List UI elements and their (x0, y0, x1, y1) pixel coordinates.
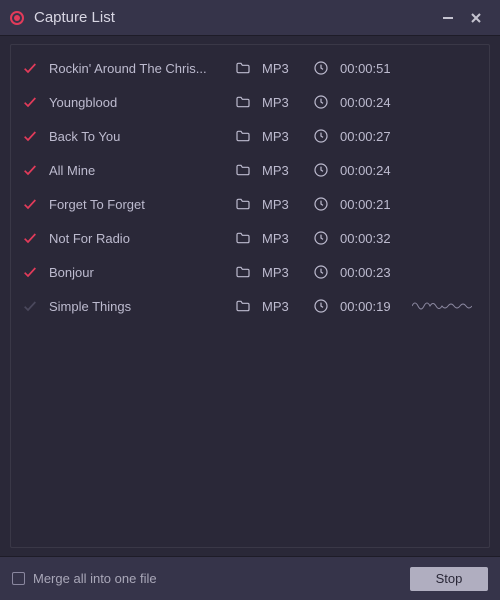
clock-icon (312, 264, 330, 280)
track-row[interactable]: Forget To Forget MP3 00:00:21 (15, 187, 485, 221)
track-title: Simple Things (49, 299, 224, 314)
folder-icon (234, 60, 252, 76)
waveform-icon (412, 195, 479, 213)
track-list: Rockin' Around The Chris... MP3 00:00:51 Yo… (10, 44, 490, 548)
clock-icon (312, 298, 330, 314)
checkmark-icon (21, 60, 39, 76)
track-title: Youngblood (49, 95, 224, 110)
folder-icon (234, 162, 252, 178)
checkmark-icon (21, 196, 39, 212)
track-duration: 00:00:23 (340, 265, 402, 280)
waveform-icon (412, 127, 479, 145)
track-row[interactable]: All Mine MP3 00:00:24 (15, 153, 485, 187)
checkmark-icon (21, 298, 39, 314)
merge-label: Merge all into one file (33, 571, 157, 586)
track-title: Bonjour (49, 265, 224, 280)
clock-icon (312, 196, 330, 212)
checkmark-icon (21, 264, 39, 280)
track-title: Not For Radio (49, 231, 224, 246)
track-title: Back To You (49, 129, 224, 144)
track-title: Rockin' Around The Chris... (49, 61, 224, 76)
clock-icon (312, 94, 330, 110)
waveform-icon (412, 297, 479, 315)
track-row[interactable]: Back To You MP3 00:00:27 (15, 119, 485, 153)
window-title: Capture List (34, 9, 115, 26)
track-format: MP3 (262, 265, 302, 280)
track-format: MP3 (262, 197, 302, 212)
track-duration: 00:00:51 (340, 61, 402, 76)
minimize-button[interactable] (434, 4, 462, 32)
track-duration: 00:00:21 (340, 197, 402, 212)
titlebar: Capture List (0, 0, 500, 36)
track-duration: 00:00:32 (340, 231, 402, 246)
track-row[interactable]: Simple Things MP3 00:00:19 (15, 289, 485, 323)
track-title: Forget To Forget (49, 197, 224, 212)
track-duration: 00:00:19 (340, 299, 402, 314)
track-format: MP3 (262, 95, 302, 110)
folder-icon (234, 264, 252, 280)
merge-checkbox[interactable]: Merge all into one file (12, 571, 157, 586)
track-duration: 00:00:27 (340, 129, 402, 144)
folder-icon (234, 298, 252, 314)
track-title: All Mine (49, 163, 224, 178)
track-row[interactable]: Bonjour MP3 00:00:23 (15, 255, 485, 289)
footer: Merge all into one file Stop (0, 556, 500, 600)
checkbox-icon (12, 572, 25, 585)
track-duration: 00:00:24 (340, 95, 402, 110)
clock-icon (312, 128, 330, 144)
track-format: MP3 (262, 231, 302, 246)
track-format: MP3 (262, 163, 302, 178)
clock-icon (312, 162, 330, 178)
folder-icon (234, 230, 252, 246)
clock-icon (312, 60, 330, 76)
clock-icon (312, 230, 330, 246)
track-format: MP3 (262, 299, 302, 314)
checkmark-icon (21, 162, 39, 178)
track-row[interactable]: Youngblood MP3 00:00:24 (15, 85, 485, 119)
track-row[interactable]: Rockin' Around The Chris... MP3 00:00:51 (15, 51, 485, 85)
checkmark-icon (21, 94, 39, 110)
waveform-icon (412, 161, 479, 179)
record-icon (10, 11, 24, 25)
track-duration: 00:00:24 (340, 163, 402, 178)
waveform-icon (412, 59, 479, 77)
waveform-icon (412, 263, 479, 281)
close-button[interactable] (462, 4, 490, 32)
folder-icon (234, 128, 252, 144)
content-area: Rockin' Around The Chris... MP3 00:00:51 Yo… (0, 36, 500, 556)
track-format: MP3 (262, 129, 302, 144)
waveform-icon (412, 93, 479, 111)
checkmark-icon (21, 230, 39, 246)
folder-icon (234, 94, 252, 110)
waveform-icon (412, 229, 479, 247)
stop-button[interactable]: Stop (410, 567, 488, 591)
checkmark-icon (21, 128, 39, 144)
track-row[interactable]: Not For Radio MP3 00:00:32 (15, 221, 485, 255)
track-format: MP3 (262, 61, 302, 76)
folder-icon (234, 196, 252, 212)
